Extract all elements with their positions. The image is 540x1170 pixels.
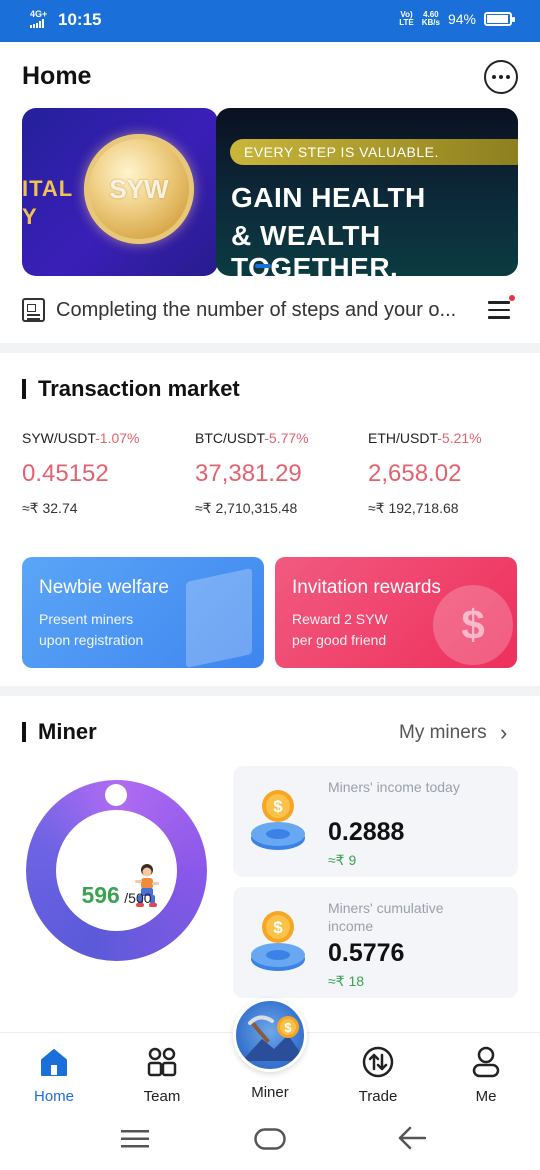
market-change: -5.21% — [437, 430, 482, 446]
menu-icon[interactable] — [488, 295, 515, 319]
page-title: Home — [22, 62, 92, 90]
tab-trade[interactable]: Trade — [338, 1045, 418, 1105]
chat-button[interactable] — [484, 60, 518, 94]
banner-left-text-2: Y — [22, 204, 37, 229]
section-divider — [0, 686, 540, 696]
market-item-syw[interactable]: SYW/USDT-1.07% 0.45152 ≈₹ 32.74 — [22, 430, 192, 517]
battery-percent: 94% — [447, 11, 476, 27]
notification-dot — [509, 295, 515, 301]
coin-label: SYW — [109, 173, 169, 204]
coin-stack-icon: $ — [251, 790, 305, 850]
volte-icon: Vo) LTE — [399, 10, 414, 27]
promo-title: Newbie welfare — [39, 577, 169, 598]
tab-label: Me — [475, 1088, 497, 1105]
svg-text:$: $ — [273, 918, 283, 937]
home-icon — [41, 1049, 67, 1076]
back-icon[interactable] — [398, 1126, 426, 1150]
steps-target: /500 — [124, 890, 152, 906]
market-price: 37,381.29 — [195, 460, 302, 487]
trade-icon — [362, 1046, 394, 1078]
pagination-dot-active — [255, 264, 271, 268]
income-cumulative-fiat: ≈₹ 18 — [328, 973, 365, 989]
profile-icon — [472, 1046, 500, 1078]
my-miners-link[interactable]: My miners — [399, 722, 487, 744]
income-today-value: 0.2888 — [328, 818, 405, 846]
banner-tagline: EVERY STEP IS VALUABLE. — [230, 139, 518, 165]
clock: 10:15 — [58, 10, 102, 29]
syw-coin-image: SYW — [84, 134, 194, 244]
progress-knob — [105, 784, 127, 806]
chat-icon — [492, 75, 496, 79]
market-price: 2,658.02 — [368, 460, 462, 487]
signal-icon: 4G+ — [30, 10, 52, 30]
notice-marquee[interactable]: Completing the number of steps and your … — [56, 299, 476, 322]
market-item-btc[interactable]: BTC/USDT-5.77% 37,381.29 ≈₹ 2,710,315.48 — [195, 430, 365, 517]
market-change: -1.07% — [95, 430, 140, 446]
miner-section-title: Miner — [22, 719, 97, 745]
market-section-title: Transaction market — [22, 376, 240, 402]
income-today-fiat: ≈₹ 9 — [328, 852, 357, 868]
news-icon — [22, 298, 45, 322]
tab-home[interactable]: Home — [14, 1045, 94, 1105]
svg-text:$: $ — [284, 1020, 292, 1035]
steps-current: 596 — [81, 882, 120, 908]
promo-desc: Reward 2 SYW per good friend — [292, 611, 388, 648]
income-today-card[interactable]: $ Miners' income today 0.2888 ≈₹ 9 — [233, 766, 518, 877]
banner-headline-1: GAIN HEALTH — [231, 182, 426, 213]
promo-desc: Present miners upon registration — [39, 611, 144, 648]
section-divider — [0, 343, 540, 353]
market-price: 0.45152 — [22, 460, 109, 487]
chevron-right-icon[interactable]: › — [500, 720, 507, 746]
status-bar: 4G+ 10:15 Vo) LTE 4.60 KB/s 94% — [0, 0, 540, 42]
market-item-eth[interactable]: ETH/USDT-5.21% 2,658.02 ≈₹ 192,718.68 — [368, 430, 538, 517]
banner-pagination — [255, 264, 279, 268]
step-progress-ring: 596 /500 — [26, 780, 207, 961]
tab-team[interactable]: Team — [122, 1045, 202, 1105]
tab-me[interactable]: Me — [446, 1045, 526, 1105]
invitation-rewards-card[interactable]: $ Invitation rewards Reward 2 SYW per goo… — [275, 557, 517, 668]
tab-label: Home — [33, 1088, 74, 1105]
tab-miner[interactable]: Miner — [230, 1080, 310, 1101]
market-fiat: ≈₹ 2,710,315.48 — [195, 500, 298, 516]
tab-label: Trade — [358, 1088, 398, 1105]
promo-title: Invitation rewards — [292, 577, 441, 598]
market-fiat: ≈₹ 32.74 — [22, 500, 78, 516]
miner-fab-button[interactable]: $ — [233, 998, 307, 1072]
pagination-dot — [275, 264, 279, 268]
tab-label: Team — [143, 1088, 181, 1105]
income-cumulative-value: 0.5776 — [328, 939, 405, 967]
network-speed: 4.60 KB/s — [422, 11, 440, 27]
banner-left-text: ITAL — [22, 176, 74, 201]
income-today-label: Miners' income today — [328, 779, 460, 795]
network-type: 4G+ — [30, 9, 48, 19]
market-pair: ETH/USDT-5.21% — [368, 430, 482, 446]
banner-slide-current[interactable]: EVERY STEP IS VALUABLE. GAIN HEALTH & WE… — [216, 108, 518, 276]
newbie-welfare-card[interactable]: Newbie welfare Present miners upon regist… — [22, 557, 264, 668]
coin-stack-icon: $ — [251, 911, 305, 971]
market-fiat: ≈₹ 192,718.68 — [368, 500, 459, 516]
svg-text:$: $ — [273, 797, 283, 816]
home-nav-icon[interactable] — [254, 1128, 286, 1150]
tab-label: Miner — [251, 1084, 289, 1101]
battery-icon — [484, 12, 515, 26]
market-change: -5.77% — [264, 430, 309, 446]
speed-unit: KB/s — [421, 18, 440, 27]
system-nav-bar — [0, 1106, 540, 1170]
market-pair: BTC/USDT-5.77% — [195, 430, 309, 446]
team-icon — [147, 1047, 177, 1077]
income-cumulative-card[interactable]: $ Miners' cumulative income 0.5776 ≈₹ 18 — [233, 887, 518, 998]
recent-apps-icon[interactable] — [121, 1130, 149, 1148]
income-cumulative-label: Miners' cumulative income — [328, 900, 444, 934]
market-pair: SYW/USDT-1.07% — [22, 430, 140, 446]
banner-slide-previous[interactable]: ITAL Y SYW — [22, 108, 218, 276]
